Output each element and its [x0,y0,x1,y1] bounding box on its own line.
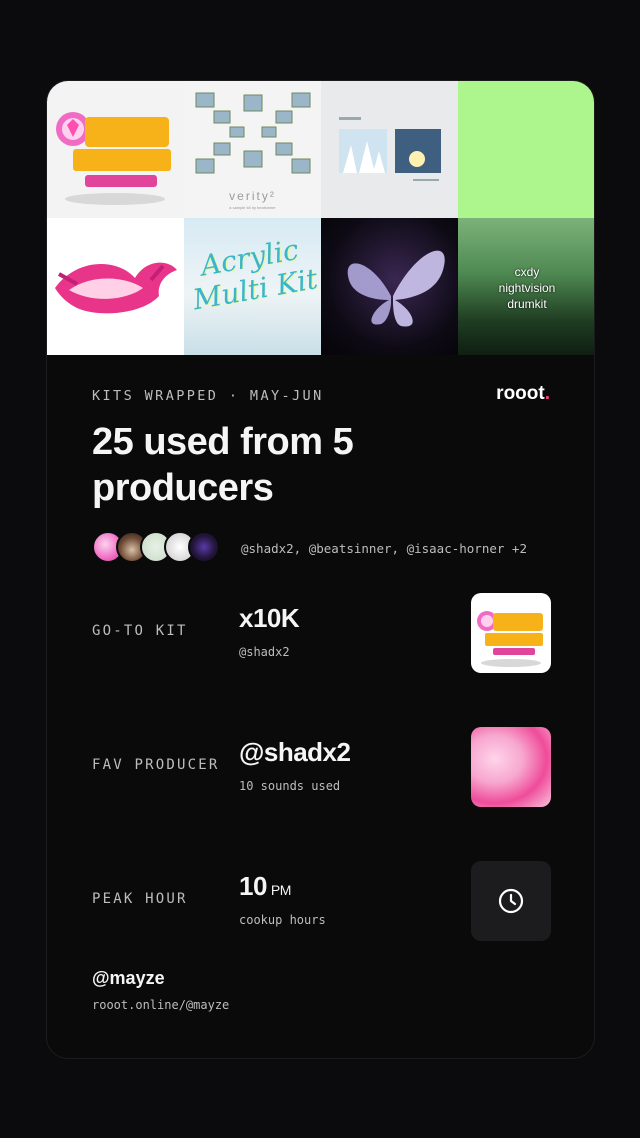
cover-acrylic-title: Acrylic Multi Kit [190,232,321,317]
goto-kit-thumbnail[interactable] [471,593,551,673]
cover-pink-chrome[interactable] [47,218,184,355]
stat-sub: cookup hours [239,913,326,927]
clock-icon-tile [471,861,551,941]
stat-goto-kit: GO-TO KIT x10K @shadx2 [47,593,594,673]
stat-label: GO-TO KIT [92,623,188,639]
cover-acrylic-multi-kit[interactable]: Acrylic Multi Kit [184,218,321,355]
stat-sub[interactable]: @shadx2 [239,645,290,659]
cover-cxdy-title: cxdy nightvision drumkit [498,265,556,311]
brand-logo[interactable]: rooot. [496,383,550,405]
cover-grid: verity² a sample kit by beatsinner Acryl… [47,81,594,355]
brand-dot: . [544,383,550,404]
stat-value[interactable]: x10K [239,603,300,634]
stat-peak-hour: PEAK HOUR 10 PM cookup hours [47,861,594,941]
avatar[interactable] [188,531,220,563]
stat-label: FAV PRODUCER [92,757,220,773]
brand-name: rooot [496,383,545,404]
cover-green[interactable] [458,81,594,218]
stat-label: PEAK HOUR [92,891,188,907]
user-profile-link[interactable]: rooot.online/@mayze [92,998,229,1012]
peak-hour-unit: PM [270,882,292,898]
producer-avatars[interactable] [92,531,232,563]
cover-x10k-multi-kit[interactable] [47,81,184,218]
producers-list[interactable]: @shadx2, @beatsinner, @isaac-horner +2 [241,541,527,556]
wrapped-card: verity² a sample kit by beatsinner Acryl… [46,80,595,1059]
stat-value: 10 PM [239,871,291,902]
cover-cxdy-nightvision[interactable]: cxdy nightvision drumkit [458,218,594,355]
clock-icon [498,888,524,914]
stat-value[interactable]: @shadx2 [239,737,351,768]
eyebrow-title: KITS WRAPPED · MAY-JUN [92,388,324,404]
user-handle[interactable]: @mayze [92,968,165,989]
cover-verity-subtitle: a sample kit by beatsinner [229,205,276,210]
fav-producer-avatar[interactable] [471,727,551,807]
stat-fav-producer: FAV PRODUCER @shadx2 10 sounds used [47,727,594,807]
cover-verity[interactable]: verity² a sample kit by beatsinner [184,81,321,218]
cover-verity-title: verity² [229,189,276,203]
headline: 25 used from 5 producers [92,421,354,509]
cover-butterfly[interactable] [321,218,458,355]
peak-hour-number: 10 [239,871,267,901]
cover-winter[interactable] [321,81,458,218]
stat-sub: 10 sounds used [239,779,341,793]
